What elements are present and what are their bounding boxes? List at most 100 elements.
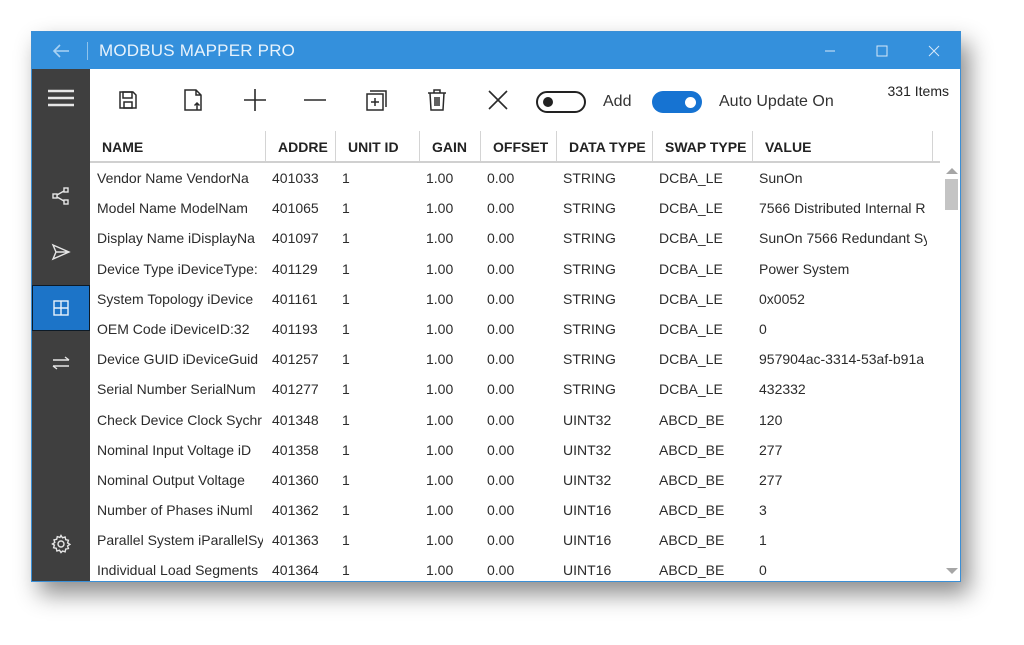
cell-unit-id[interactable]: 1 [335, 465, 419, 495]
table-row[interactable]: Check Device Clock Sychr 401348 1 1.00 0.00 U… [90, 405, 940, 435]
column-header-swap-type[interactable]: SWAP TYPE [652, 131, 752, 161]
cell-unit-id[interactable]: 1 [335, 555, 419, 581]
column-header-data-type[interactable]: DATA TYPE [556, 131, 652, 161]
delete-button[interactable] [422, 85, 452, 115]
maximize-button[interactable] [856, 32, 908, 69]
cell-swap-type[interactable]: ABCD_BE [652, 555, 752, 581]
cell-address[interactable]: 401129 [265, 254, 333, 284]
cell-offset[interactable]: 0.00 [480, 555, 556, 581]
cell-swap-type[interactable]: DCBA_LE [652, 344, 752, 374]
cell-address[interactable]: 401161 [265, 284, 333, 314]
table-row[interactable]: Serial Number SerialNum 401277 1 1.00 0.00 ST… [90, 374, 940, 404]
cell-gain[interactable]: 1.00 [419, 525, 480, 555]
cell-address[interactable]: 401364 [265, 555, 333, 581]
export-button[interactable] [178, 85, 208, 115]
cell-unit-id[interactable]: 1 [335, 525, 419, 555]
cell-unit-id[interactable]: 1 [335, 405, 419, 435]
cell-name[interactable]: Serial Number SerialNum [90, 374, 263, 404]
cell-swap-type[interactable]: DCBA_LE [652, 374, 752, 404]
cell-gain[interactable]: 1.00 [419, 465, 480, 495]
cell-data-type[interactable]: STRING [556, 284, 652, 314]
cell-data-type[interactable]: UINT16 [556, 525, 652, 555]
cell-unit-id[interactable]: 1 [335, 163, 419, 193]
cell-offset[interactable]: 0.00 [480, 465, 556, 495]
cell-address[interactable]: 401257 [265, 344, 333, 374]
cell-unit-id[interactable]: 1 [335, 314, 419, 344]
cell-address[interactable]: 401033 [265, 163, 333, 193]
table-row[interactable]: Individual Load Segments 401364 1 1.00 0.00 U… [90, 555, 940, 581]
cell-offset[interactable]: 0.00 [480, 223, 556, 253]
cell-value[interactable]: 7566 Distributed Internal R [752, 193, 927, 223]
cell-offset[interactable]: 0.00 [480, 525, 556, 555]
cell-swap-type[interactable]: ABCD_BE [652, 435, 752, 465]
cell-value[interactable]: SunOn 7566 Redundant Sy [752, 223, 927, 253]
cell-offset[interactable]: 0.00 [480, 163, 556, 193]
duplicate-button[interactable] [362, 85, 392, 115]
cell-value[interactable]: 957904ac-3314-53af-b91a [752, 344, 927, 374]
cell-address[interactable]: 401065 [265, 193, 333, 223]
cell-value[interactable]: 277 [752, 435, 927, 465]
cell-data-type[interactable]: STRING [556, 193, 652, 223]
column-header-value[interactable]: VALUE [752, 131, 933, 161]
column-header-gain[interactable]: GAIN [419, 131, 480, 161]
cell-unit-id[interactable]: 1 [335, 435, 419, 465]
cell-swap-type[interactable]: DCBA_LE [652, 163, 752, 193]
cell-offset[interactable]: 0.00 [480, 344, 556, 374]
cell-offset[interactable]: 0.00 [480, 314, 556, 344]
cell-gain[interactable]: 1.00 [419, 435, 480, 465]
cell-unit-id[interactable]: 1 [335, 344, 419, 374]
column-header-name[interactable]: NAME [90, 131, 265, 161]
cell-gain[interactable]: 1.00 [419, 374, 480, 404]
cell-name[interactable]: Individual Load Segments [90, 555, 263, 581]
cell-data-type[interactable]: STRING [556, 374, 652, 404]
table-row[interactable]: OEM Code iDeviceID:32 401193 1 1.00 0.00 STRI… [90, 314, 940, 344]
back-button[interactable] [32, 32, 90, 69]
cell-gain[interactable]: 1.00 [419, 193, 480, 223]
table-row[interactable]: Device GUID iDeviceGuid 401257 1 1.00 0.00 ST… [90, 344, 940, 374]
cell-name[interactable]: Device Type iDeviceType: [90, 254, 263, 284]
table-row[interactable]: Nominal Output Voltage 401360 1 1.00 0.00 UIN… [90, 465, 940, 495]
cell-data-type[interactable]: STRING [556, 163, 652, 193]
table-row[interactable]: Nominal Input Voltage iD 401358 1 1.00 0.00 U… [90, 435, 940, 465]
cell-gain[interactable]: 1.00 [419, 405, 480, 435]
scroll-down-arrow-icon[interactable] [946, 568, 958, 574]
sidebar-item-transfer[interactable] [32, 340, 90, 386]
table-row[interactable]: Model Name ModelNam 401065 1 1.00 0.00 STRING… [90, 193, 940, 223]
column-header-unit-id[interactable]: UNIT ID [335, 131, 419, 161]
cell-value[interactable]: 432332 [752, 374, 927, 404]
table-row[interactable]: Number of Phases iNuml 401362 1 1.00 0.00 UIN… [90, 495, 940, 525]
remove-row-button[interactable] [300, 85, 330, 115]
cell-offset[interactable]: 0.00 [480, 405, 556, 435]
cell-address[interactable]: 401362 [265, 495, 333, 525]
cell-swap-type[interactable]: ABCD_BE [652, 525, 752, 555]
table-row[interactable]: System Topology iDevice 401161 1 1.00 0.00 ST… [90, 284, 940, 314]
cell-name[interactable]: System Topology iDevice [90, 284, 263, 314]
cell-address[interactable]: 401360 [265, 465, 333, 495]
cell-unit-id[interactable]: 1 [335, 254, 419, 284]
cell-swap-type[interactable]: DCBA_LE [652, 193, 752, 223]
cell-data-type[interactable]: STRING [556, 223, 652, 253]
cell-name[interactable]: Display Name iDisplayNa [90, 223, 263, 253]
scroll-thumb[interactable] [945, 179, 958, 210]
cell-data-type[interactable]: UINT16 [556, 555, 652, 581]
cell-data-type[interactable]: UINT32 [556, 465, 652, 495]
cell-swap-type[interactable]: DCBA_LE [652, 284, 752, 314]
cell-value[interactable]: 277 [752, 465, 927, 495]
cell-value[interactable]: Power System [752, 254, 927, 284]
table-row[interactable]: Device Type iDeviceType: 401129 1 1.00 0.00 S… [90, 254, 940, 284]
cell-offset[interactable]: 0.00 [480, 495, 556, 525]
cell-unit-id[interactable]: 1 [335, 284, 419, 314]
cell-data-type[interactable]: UINT16 [556, 495, 652, 525]
cell-data-type[interactable]: STRING [556, 314, 652, 344]
cell-gain[interactable]: 1.00 [419, 163, 480, 193]
cell-value[interactable]: SunOn [752, 163, 927, 193]
cell-name[interactable]: Nominal Input Voltage iD [90, 435, 263, 465]
cell-unit-id[interactable]: 1 [335, 374, 419, 404]
cell-name[interactable]: Number of Phases iNuml [90, 495, 263, 525]
cell-swap-type[interactable]: DCBA_LE [652, 223, 752, 253]
cell-name[interactable]: Model Name ModelNam [90, 193, 263, 223]
cell-swap-type[interactable]: DCBA_LE [652, 254, 752, 284]
column-header-offset[interactable]: OFFSET [480, 131, 556, 161]
cell-name[interactable]: Check Device Clock Sychr [90, 405, 263, 435]
table-row[interactable]: Parallel System iParallelSy 401363 1 1.00 0.… [90, 525, 940, 555]
